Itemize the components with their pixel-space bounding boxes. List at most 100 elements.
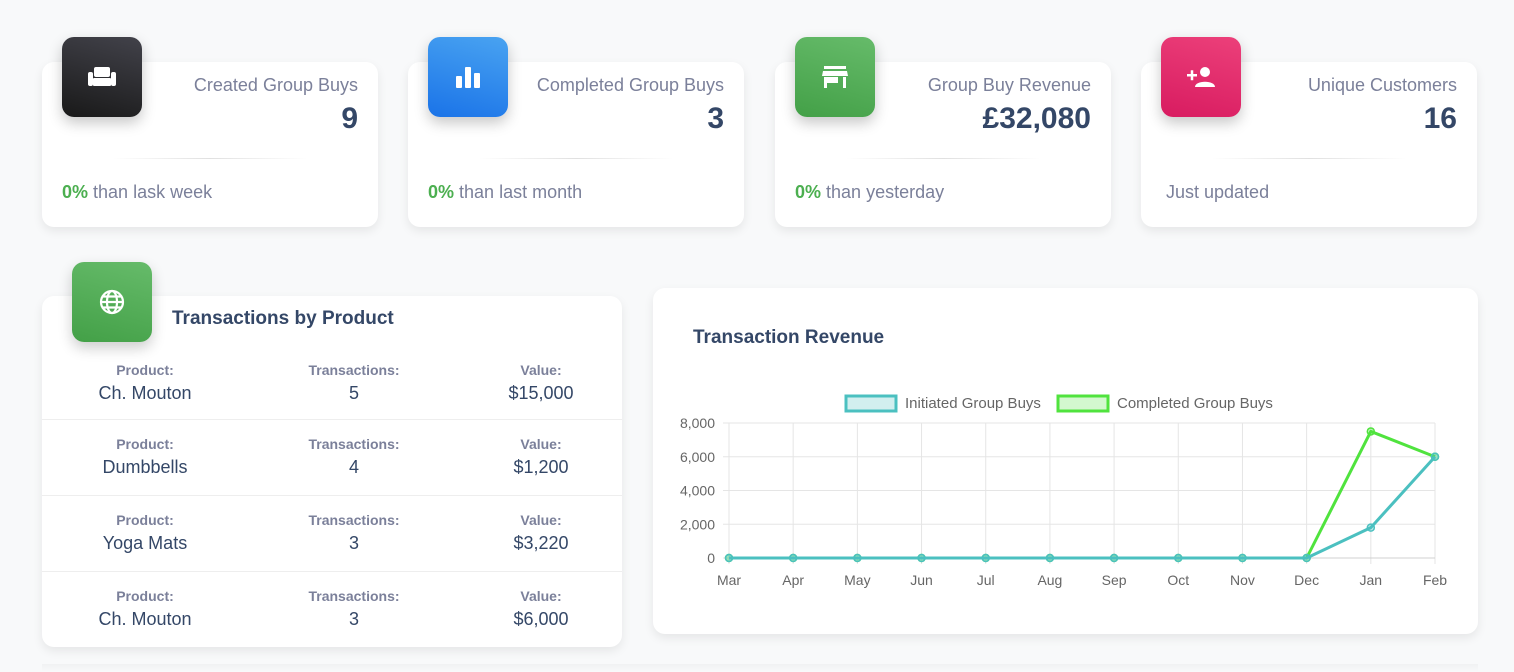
stat-percentage: 0%	[795, 182, 822, 202]
y-tick-label: 6,000	[680, 449, 715, 465]
product-name: Ch. Mouton	[98, 383, 192, 403]
product-name: Dumbbells	[102, 457, 188, 477]
data-point	[1366, 427, 1376, 436]
stat-label: Completed Group Buys	[536, 75, 724, 95]
transactions-count: 3	[348, 533, 359, 553]
stat-percentage: 0%	[428, 182, 455, 202]
transactions-by-product-card: Transactions by Product Product: Ch. Mout…	[42, 262, 622, 647]
y-tick-label: 4,000	[680, 483, 715, 499]
stat-footer-text: than lask week	[93, 182, 213, 202]
x-tick-label: Jan	[1360, 572, 1383, 588]
x-tick-label: May	[844, 572, 870, 588]
table-row: Product: Ch. Mouton Transactions: 3 Value:…	[42, 571, 622, 647]
x-tick-label: Feb	[1423, 572, 1447, 588]
value-header: Value:	[520, 512, 562, 528]
product-header: Product:	[116, 362, 174, 378]
stat-footer-text: than last month	[459, 182, 583, 202]
stat-card-created-group-buys: Created Group Buys 9 0% than lask week	[42, 37, 378, 227]
data-point	[981, 553, 990, 563]
transactions-header: Transactions:	[308, 512, 400, 528]
next-section-edge	[42, 664, 1478, 672]
x-tick-label: Mar	[717, 572, 741, 588]
series-line	[729, 455, 1437, 560]
table-row: Product: Dumbbells Transactions: 4 Value: $…	[42, 419, 622, 495]
data-point	[1238, 553, 1247, 563]
y-tick-label: 0	[707, 550, 715, 566]
legend-label: Completed Group Buys	[1117, 395, 1273, 412]
stat-value: 16	[1423, 102, 1457, 135]
x-tick-label: Dec	[1294, 572, 1319, 588]
product-header: Product:	[116, 588, 174, 604]
stat-label: Created Group Buys	[193, 75, 358, 95]
product-header: Product:	[116, 436, 174, 452]
table-row: Product: Yoga Mats Transactions: 3 Value: $…	[42, 495, 622, 571]
value-header: Value:	[520, 588, 562, 604]
divider	[845, 158, 1041, 159]
y-tick-label: 2,000	[680, 516, 715, 532]
stat-footer-text: Just updated	[1166, 182, 1270, 202]
product-header: Product:	[116, 512, 174, 528]
x-tick-label: Jun	[910, 572, 933, 588]
value-header: Value:	[520, 362, 562, 378]
divider	[478, 158, 674, 159]
data-point	[917, 553, 926, 563]
data-point	[1045, 553, 1055, 563]
stat-value: 3	[707, 102, 724, 135]
data-point	[724, 553, 734, 563]
transactions-count: 3	[348, 609, 359, 629]
stat-card-unique-customers: Unique Customers 16 Just updated	[1141, 37, 1477, 227]
stat-footer-text: than yesterday	[826, 182, 945, 202]
product-name: Ch. Mouton	[98, 609, 192, 629]
stat-footer: Just updated	[1166, 182, 1269, 203]
data-point	[1174, 553, 1183, 563]
transactions-header: Transactions:	[308, 436, 400, 452]
globe-icon	[72, 262, 152, 342]
legend-swatch	[1056, 394, 1110, 413]
stat-value: 9	[341, 102, 358, 135]
divider	[112, 158, 308, 159]
x-tick-label: Sep	[1102, 572, 1127, 588]
x-tick-label: Nov	[1230, 572, 1255, 588]
weekend-icon	[62, 37, 142, 117]
transaction-value: $15,000	[508, 383, 574, 403]
legend-swatch	[844, 394, 898, 413]
product-name: Yoga Mats	[102, 533, 188, 553]
data-point	[1366, 523, 1376, 532]
stat-value: £32,080	[982, 102, 1091, 135]
x-tick-label: Apr	[782, 572, 804, 588]
data-point	[1109, 553, 1119, 563]
stat-label: Group Buy Revenue	[927, 75, 1091, 95]
stat-label: Unique Customers	[1307, 75, 1457, 95]
x-tick-label: Jul	[977, 572, 995, 588]
data-point	[1430, 452, 1440, 461]
stat-footer: 0% than last month	[428, 182, 582, 203]
transactions-count: 5	[348, 383, 359, 403]
transaction-revenue-card: Transaction Revenue 8,000 6,000 4,000 2,000…	[653, 288, 1478, 634]
bar-chart-icon	[428, 37, 508, 117]
store-icon	[795, 37, 875, 117]
stat-footer: 0% than lask week	[62, 182, 212, 203]
transaction-revenue-chart: 8,000 6,000 4,000 2,000 0Mar Apr May Jun Jul Aug S…	[680, 394, 1447, 588]
person-add-icon	[1161, 37, 1241, 117]
divider	[1211, 158, 1407, 159]
transaction-value: $6,000	[513, 609, 569, 629]
x-tick-label: Aug	[1037, 572, 1062, 588]
value-header: Value:	[520, 436, 562, 452]
transactions-header: Transactions:	[308, 588, 400, 604]
data-point	[853, 553, 862, 563]
card-title: Transactions by Product	[172, 308, 394, 329]
legend-label: Initiated Group Buys	[905, 395, 1041, 412]
data-point	[788, 553, 798, 563]
stat-card-group-buy-revenue: Group Buy Revenue £32,080 0% than yester…	[775, 37, 1111, 227]
transactions-header: Transactions:	[308, 362, 400, 378]
transaction-value: $3,220	[513, 533, 569, 553]
stat-card-completed-group-buys: Completed Group Buys 3 0% than last mont…	[408, 37, 744, 227]
y-tick-label: 8,000	[680, 415, 715, 431]
transactions-count: 4	[348, 457, 359, 477]
stat-percentage: 0%	[62, 182, 89, 202]
stat-footer: 0% than yesterday	[795, 182, 944, 203]
series-line	[729, 429, 1436, 560]
x-tick-label: Oct	[1167, 572, 1189, 588]
data-point	[1302, 553, 1311, 563]
transaction-value: $1,200	[513, 457, 569, 477]
